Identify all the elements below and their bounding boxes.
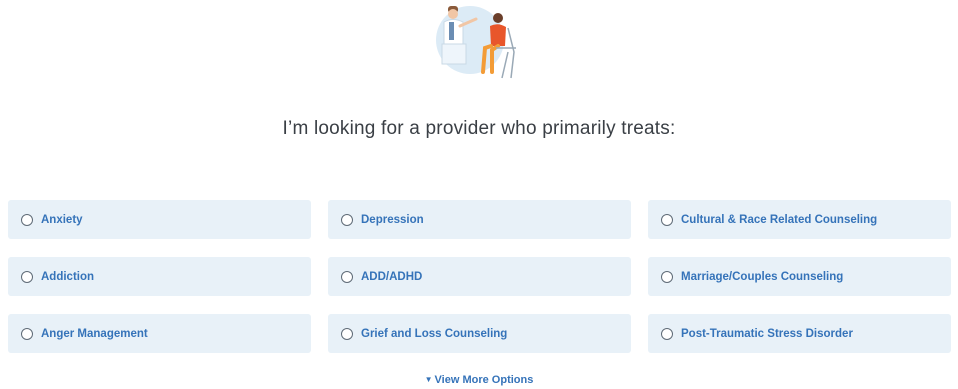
option-label: Post-Traumatic Stress Disorder	[681, 327, 853, 340]
radio-icon[interactable]	[21, 270, 33, 283]
option-label: ADD/ADHD	[361, 270, 423, 283]
option-anger-management[interactable]: Anger Management	[8, 314, 311, 353]
view-more-label: View More Options	[434, 374, 534, 386]
option-marriage-couples-counseling[interactable]: Marriage/Couples Counseling	[648, 257, 951, 296]
provider-questionnaire: I’m looking for a provider who primarily…	[0, 0, 958, 389]
option-label: Anxiety	[41, 213, 83, 226]
option-label: Marriage/Couples Counseling	[681, 270, 844, 283]
option-label: Grief and Loss Counseling	[361, 327, 508, 340]
option-cultural-race-counseling[interactable]: Cultural & Race Related Counseling	[648, 200, 951, 239]
option-addiction[interactable]: Addiction	[8, 257, 311, 296]
option-label: Anger Management	[41, 327, 148, 340]
radio-icon[interactable]	[661, 213, 673, 226]
radio-icon[interactable]	[341, 213, 353, 226]
option-grief-loss-counseling[interactable]: Grief and Loss Counseling	[328, 314, 631, 353]
radio-icon[interactable]	[21, 327, 33, 340]
provider-patient-illustration	[436, 0, 526, 80]
option-ptsd[interactable]: Post-Traumatic Stress Disorder	[648, 314, 951, 353]
page-title: I’m looking for a provider who primarily…	[282, 118, 676, 139]
radio-icon[interactable]	[21, 213, 33, 226]
option-label: Depression	[361, 213, 424, 226]
option-label: Cultural & Race Related Counseling	[681, 213, 878, 226]
option-depression[interactable]: Depression	[328, 200, 631, 239]
caret-down-icon: ▼	[424, 375, 433, 384]
option-anxiety[interactable]: Anxiety	[8, 200, 311, 239]
option-label: Addiction	[41, 270, 95, 283]
radio-icon[interactable]	[341, 327, 353, 340]
radio-icon[interactable]	[661, 327, 673, 340]
view-more-options-link[interactable]: ▼ View More Options	[0, 374, 958, 386]
option-add-adhd[interactable]: ADD/ADHD	[328, 257, 631, 296]
treatment-options: Anxiety Depression Cultural & Race Relat…	[8, 200, 951, 353]
radio-icon[interactable]	[661, 270, 673, 283]
radio-icon[interactable]	[341, 270, 353, 283]
